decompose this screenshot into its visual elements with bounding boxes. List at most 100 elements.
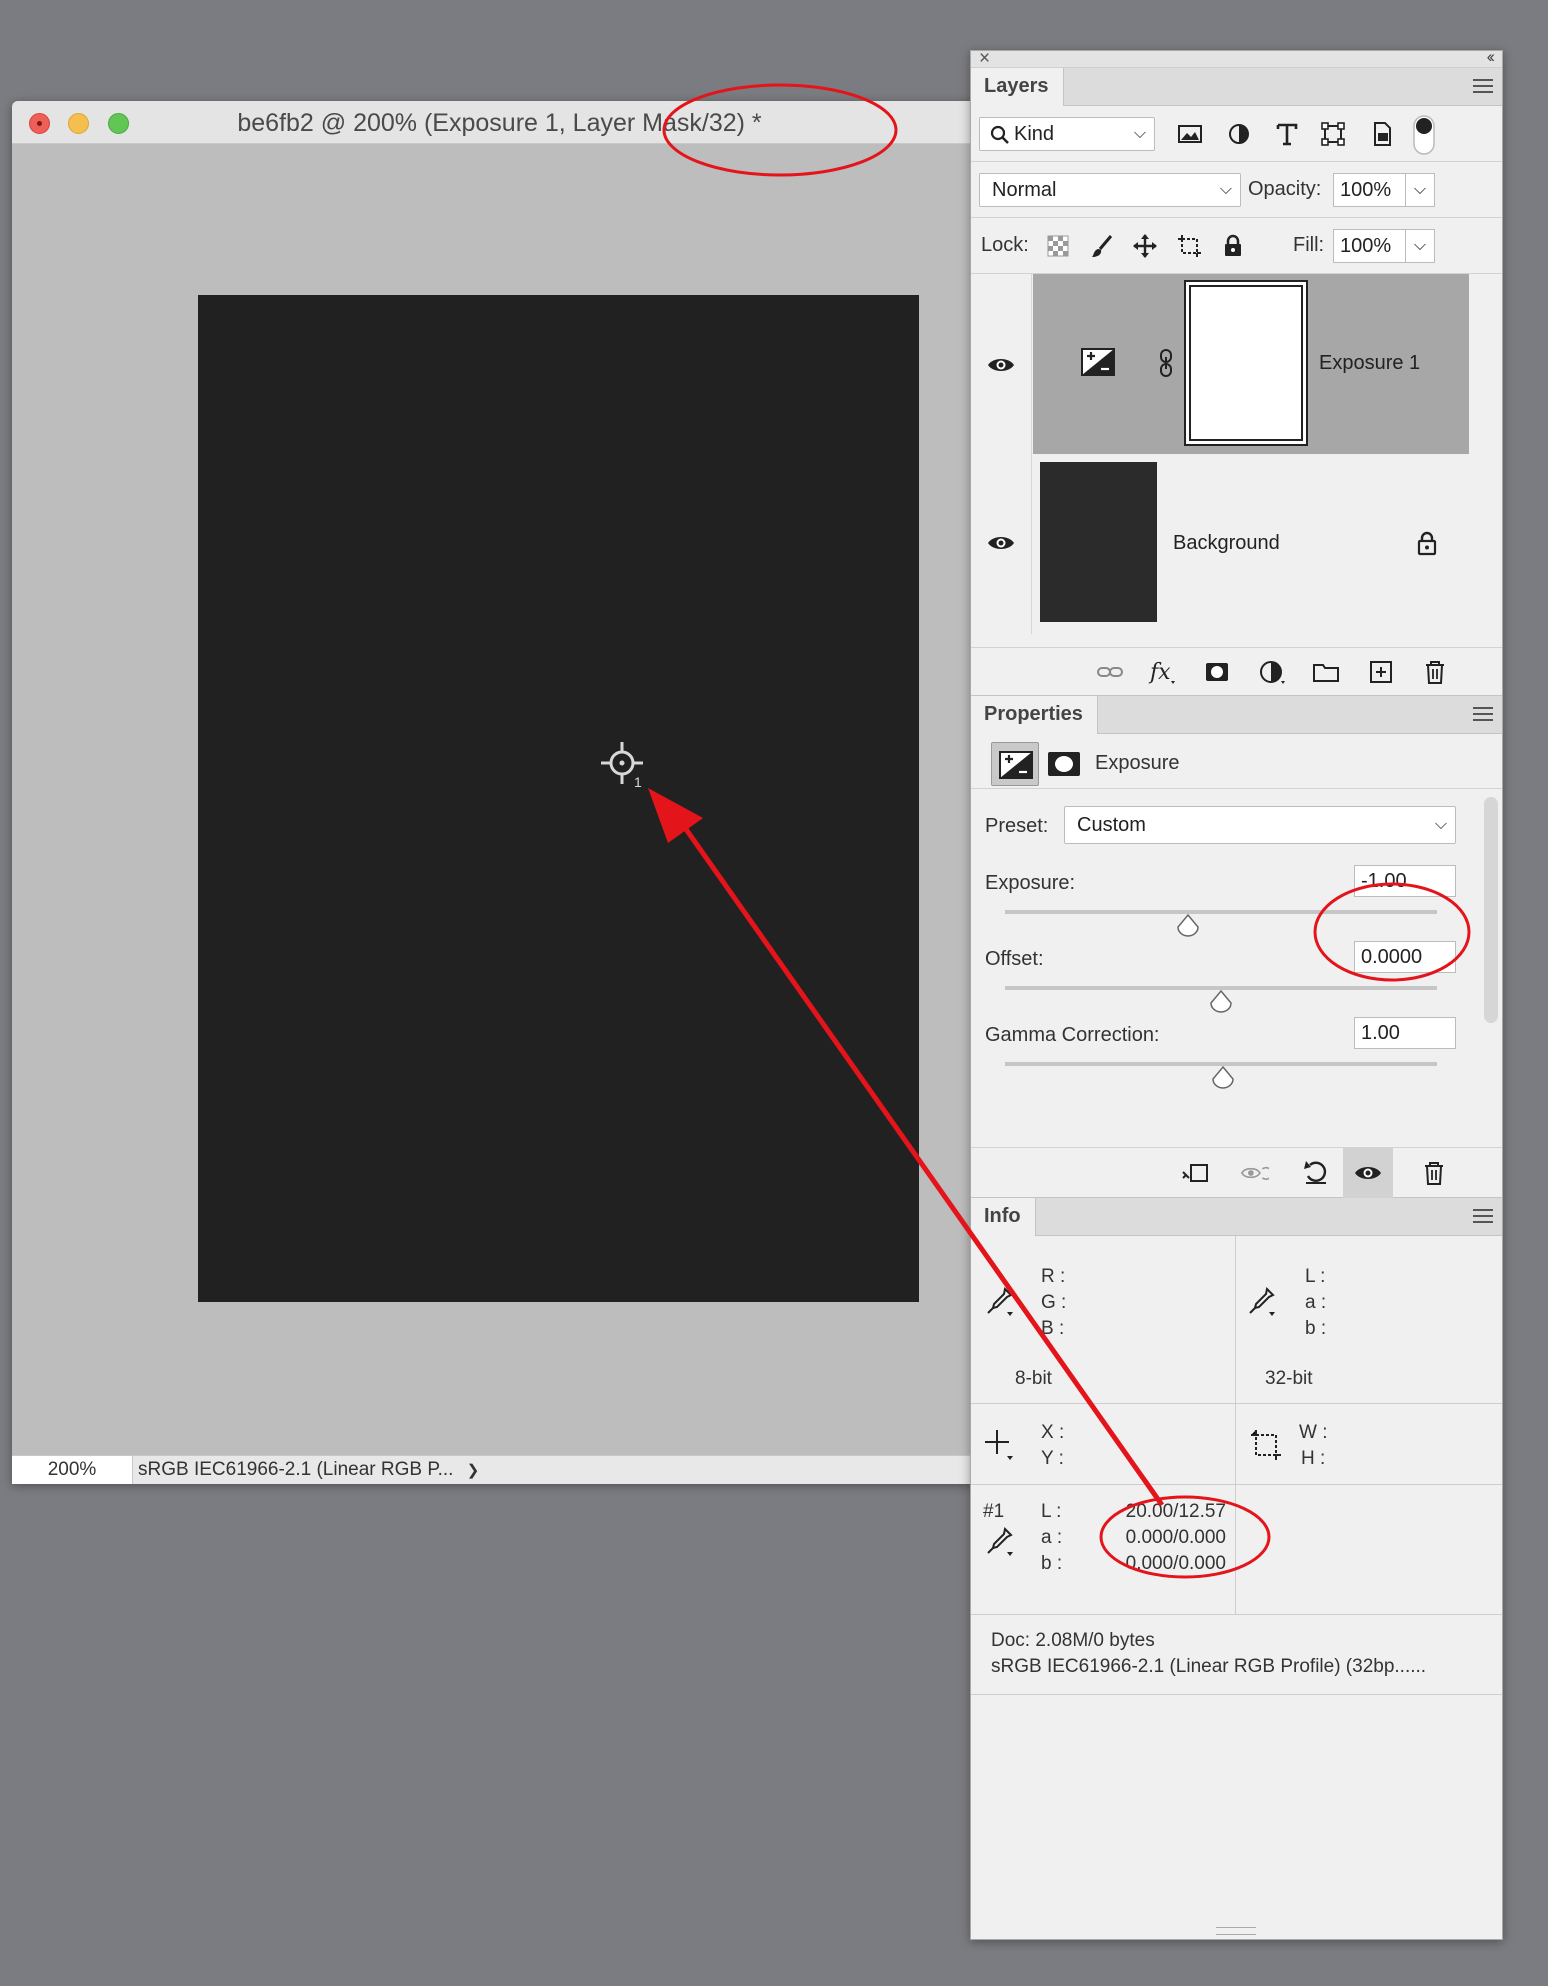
reset-adjustment-icon[interactable] [1302,1159,1330,1185]
offset-slider-thumb[interactable] [1209,989,1233,1013]
search-icon [990,125,1009,144]
link-icon[interactable] [1159,348,1173,378]
delete-adjustment-icon[interactable] [1420,1160,1448,1186]
eye-icon[interactable] [987,356,1015,374]
profile-menu-arrow[interactable]: ❯ [467,1462,480,1479]
tab-properties[interactable]: Properties [971,696,1098,734]
close-icon[interactable]: × [979,48,990,70]
layer-style-fx-icon[interactable]: fx [1148,659,1176,685]
sampler-l-label: L : [1041,1501,1062,1522]
exposure-input[interactable]: -1.00 [1354,865,1456,897]
crosshair-icon[interactable] [983,1428,1017,1462]
opacity-input[interactable]: 100% [1333,173,1406,207]
gamma-input[interactable]: 1.00 [1354,1017,1456,1049]
info-divider [971,1403,1502,1404]
mask-properties-icon[interactable] [1047,751,1081,777]
layers-tabbar: Layers [971,68,1502,106]
properties-title: Exposure [1095,752,1180,774]
preset-select[interactable]: Custom ⌵ [1064,806,1456,844]
adjustment-properties-button[interactable] [991,742,1039,786]
exposure-slider-track[interactable] [1005,910,1437,914]
layer-row-exposure[interactable]: Exposure 1 [971,274,1502,454]
sampler-b-label: b : [1041,1553,1063,1574]
info-body: R : G : B : 8-bit L : a : b : 32-bit X :… [971,1236,1502,1703]
lock-transparent-pixels-icon[interactable] [1045,233,1071,259]
link-layers-icon[interactable] [1096,659,1124,685]
exposure-label: Exposure: [985,872,1076,894]
info-y-label: Y : [1041,1448,1064,1469]
filter-kind-select[interactable]: Kind ⌵ [979,117,1155,151]
delete-layer-icon[interactable] [1421,659,1449,685]
layers-footer: fx [971,648,1502,696]
blend-mode-value: Normal [992,179,1057,201]
opacity-dropdown-button[interactable]: ⌵ [1405,173,1435,207]
lock-image-pixels-icon[interactable] [1089,233,1115,259]
sampler-a-value: 0.000/0.000 [1125,1527,1226,1548]
info-r-label: R : [1041,1266,1066,1287]
eyedropper-icon[interactable] [985,1286,1015,1318]
exposure-adjustment-icon [999,751,1033,779]
info-lab-a-label: a : [1305,1292,1327,1313]
info-b-label: B : [1041,1318,1065,1339]
properties-scrollbar[interactable] [1484,797,1498,1023]
layer-thumbnail[interactable] [1040,462,1157,622]
tab-layers[interactable]: Layers [971,68,1064,106]
opacity-label: Opacity: [1248,178,1322,200]
clip-to-layer-icon[interactable] [1181,1160,1209,1186]
eyedropper-icon[interactable] [1247,1286,1277,1318]
new-group-folder-icon[interactable] [1312,659,1340,685]
filter-toggle-icon[interactable] [1411,114,1437,156]
info-tabbar: Info [971,1198,1502,1236]
info-panel-menu-icon[interactable] [1473,1209,1493,1223]
pixel-layer-filter-icon[interactable] [1176,120,1204,148]
adjustment-layer-filter-icon[interactable] [1225,120,1253,148]
layer-mask-thumbnail[interactable] [1184,280,1308,446]
prevent-auto-nesting-icon[interactable] [1176,233,1202,259]
sampler-id: #1 [983,1501,1005,1522]
layer-row-background[interactable]: Background [971,454,1502,634]
sampler-b-value: 0.000/0.000 [1125,1553,1226,1574]
properties-panel-menu-icon[interactable] [1473,707,1493,721]
toggle-visibility-button[interactable] [1343,1148,1393,1198]
shape-layer-filter-icon[interactable] [1319,120,1347,148]
visibility-toggle[interactable] [971,274,1032,454]
smart-object-filter-icon[interactable] [1368,120,1396,148]
layer-name[interactable]: Exposure 1 [1319,352,1420,375]
doc-profile: sRGB IEC61966-2.1 (Linear RGB Profile) (… [991,1656,1427,1677]
info-divider [971,1614,1502,1615]
offset-input[interactable]: 0.0000 [1354,941,1456,973]
canvas-area[interactable]: 1 [12,144,987,1455]
type-layer-filter-icon[interactable] [1273,120,1301,148]
exposure-slider-thumb[interactable] [1176,913,1200,937]
gamma-slider-thumb[interactable] [1211,1065,1235,1089]
preset-value: Custom [1077,814,1146,836]
profile-text: sRGB IEC61966-2.1 (Linear RGB P... [138,1459,454,1480]
panel-resize-grip[interactable] [1216,1927,1256,1935]
zoom-level-field[interactable]: 200% [12,1456,132,1484]
eye-icon[interactable] [987,534,1015,552]
add-mask-icon[interactable] [1203,659,1231,685]
fill-input[interactable]: 100% [1333,229,1406,263]
sampler-number: 1 [634,774,642,790]
panel-dock-header[interactable]: × ‹‹ [971,47,1502,70]
view-previous-state-icon[interactable] [1241,1160,1269,1186]
lock-all-icon[interactable] [1220,233,1246,259]
lock-position-icon[interactable] [1132,233,1158,259]
layers-panel-menu-icon[interactable] [1473,79,1493,93]
info-lab-b-label: b : [1305,1318,1327,1339]
gamma-label: Gamma Correction: [985,1024,1160,1046]
image-canvas[interactable]: 1 [198,295,919,1302]
chevron-down-icon: ⌵ [1219,181,1232,198]
color-sampler-icon[interactable]: 1 [600,741,650,791]
layer-name[interactable]: Background [1173,532,1280,555]
new-adjustment-layer-icon[interactable] [1258,659,1286,685]
visibility-toggle[interactable] [971,454,1032,634]
eyedropper-icon[interactable] [985,1526,1015,1558]
collapse-panels-icon[interactable]: ‹‹ [1487,47,1496,67]
new-layer-icon[interactable] [1367,659,1395,685]
tab-info[interactable]: Info [971,1198,1036,1236]
document-profile[interactable]: sRGB IEC61966-2.1 (Linear RGB P... ❯ [132,1456,512,1484]
document-titlebar[interactable]: be6fb2 @ 200% (Exposure 1, Layer Mask/32… [12,101,987,144]
blend-mode-select[interactable]: Normal ⌵ [979,173,1241,207]
fill-dropdown-button[interactable]: ⌵ [1405,229,1435,263]
